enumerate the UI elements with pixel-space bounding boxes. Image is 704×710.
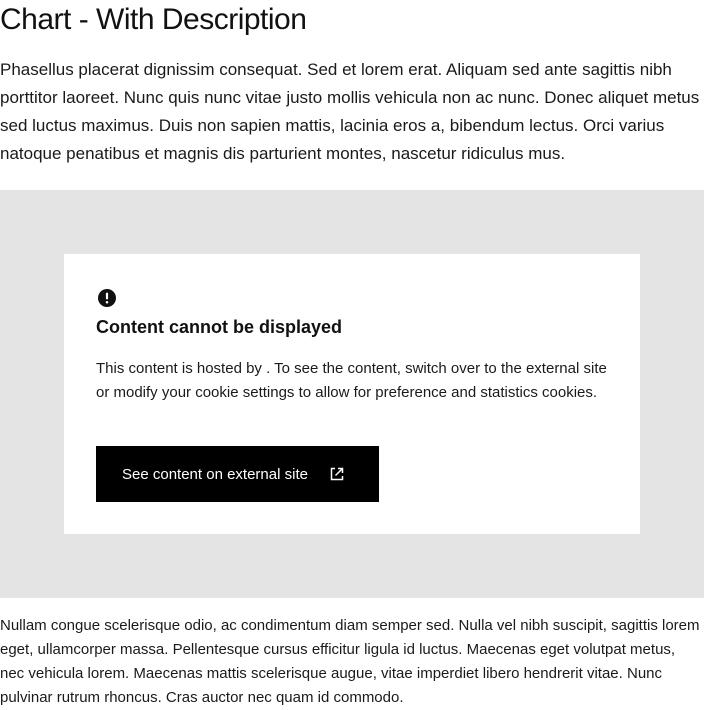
- embed-placeholder: Content cannot be displayed This content…: [0, 190, 704, 598]
- consent-heading: Content cannot be displayed: [96, 317, 343, 337]
- alert-circle-icon: [98, 289, 116, 307]
- chart-description: Phasellus placerat dignissim consequat. …: [0, 60, 700, 163]
- external-link-icon: [330, 467, 344, 481]
- cookie-consent-card: Content cannot be displayed This content…: [64, 254, 640, 534]
- consent-message: This content is hosted by . To see the c…: [96, 360, 607, 401]
- see-content-external-label: See content on external site: [122, 465, 308, 483]
- footer-paragraph: Nullam congue scelerisque odio, ac condi…: [0, 617, 700, 706]
- page: Chart - With Description Phasellus place…: [0, 0, 704, 710]
- see-content-external-button[interactable]: See content on external site: [96, 446, 379, 502]
- page-title: Chart - With Description: [0, 3, 307, 36]
